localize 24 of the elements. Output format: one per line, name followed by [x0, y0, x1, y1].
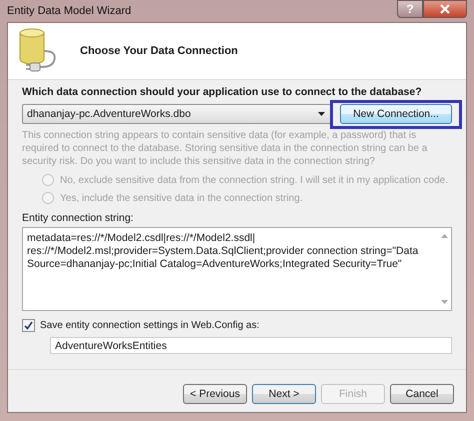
sensitive-data-message: This connection string appears to contain sensitive data (for example, a password) that is required to connect to the database. Storing sensitive data in the connection string can be a security risk. Do you want to include this sensitive data in the connection string?	[22, 129, 428, 168]
new-connection-button[interactable]: New Connection...	[340, 104, 452, 124]
connection-dropdown[interactable]: dhananjay-pc.AdventureWorks.dbo	[22, 104, 332, 124]
scroll-down-icon	[440, 300, 448, 304]
connection-string-line: res://*/Model2.msl;provider=System.Data.SqlClient;provider connection string="Data	[27, 245, 420, 258]
wizard-button[interactable]: < Previous	[183, 384, 247, 404]
dropdown-caret-icon	[318, 112, 325, 116]
connection-string-box[interactable]	[22, 227, 452, 311]
close-button[interactable]	[423, 0, 467, 18]
question-label: Which data connection should your application use to connect to the database?	[22, 86, 423, 98]
radio-label: No, exclude sensitive data from the connection string. I will set it in my application code.	[60, 174, 448, 186]
connection-string-line: metadata=res://*/Model2.csdl|res://*/Model2.ssdl|	[27, 232, 256, 245]
wizard-button[interactable]: Cancel	[390, 384, 454, 404]
wizard-button[interactable]: Next >	[252, 384, 316, 404]
page-heading: Choose Your Data Connection	[80, 45, 238, 57]
config-name-field[interactable]: AdventureWorksEntities	[50, 337, 452, 354]
save-settings-checkbox[interactable]	[22, 319, 35, 332]
close-icon	[440, 4, 450, 14]
save-settings-label: Save entity connection settings in Web.Config as:	[40, 320, 260, 331]
scroll-up-icon	[440, 234, 448, 238]
entity-connection-label: Entity connection string:	[22, 212, 134, 224]
window-title: Entity Data Model Wizard	[7, 5, 132, 17]
radio-label: Yes, include the sensitive data in the connection string.	[60, 192, 303, 204]
connection-string-line: Source=dhananjay-pc;Initial Catalog=AdventureWorks;Integrated Security=True"	[27, 258, 403, 271]
